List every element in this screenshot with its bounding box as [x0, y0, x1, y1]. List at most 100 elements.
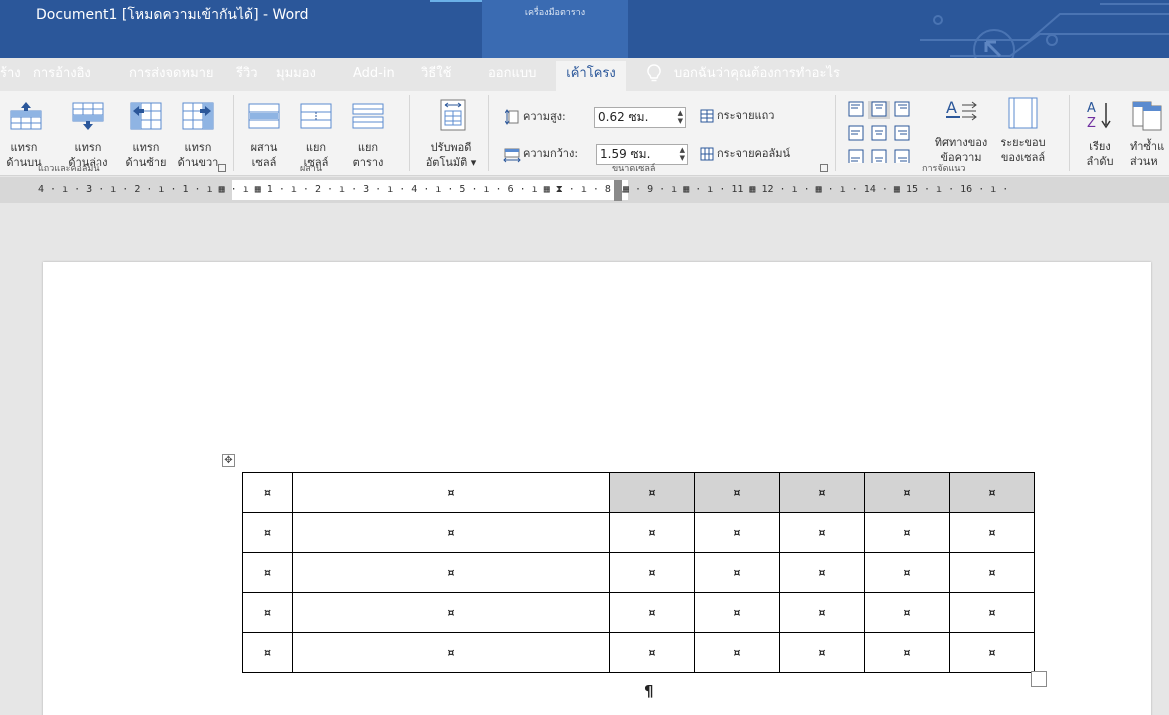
tab-addins[interactable]: Add-in	[349, 61, 399, 91]
table-cell[interactable]: ¤	[242, 592, 293, 633]
table-cell[interactable]: ¤	[242, 472, 293, 513]
ruler-scale: 4 · ı · 3 · ı · 2 · ı · 1 · ı ▦ · ı ▦ 1 …	[38, 184, 1009, 195]
repeat-header-rows-button[interactable]: ทำซ้ำแ ส่วนห	[1124, 99, 1169, 165]
table-cell[interactable]: ¤	[292, 592, 610, 633]
split-cells-button[interactable]: แยก เซลล์	[290, 101, 342, 171]
cell-size-dialog-launcher[interactable]	[820, 164, 828, 172]
split-table-label-2: ตาราง	[352, 156, 384, 169]
table-cell[interactable]: ¤	[242, 512, 293, 553]
table-cell[interactable]: ¤	[864, 552, 950, 593]
distribute-columns-icon	[700, 147, 714, 161]
split-table-label-1: แยก	[357, 141, 379, 154]
table-cell[interactable]: ¤	[292, 552, 610, 593]
cell-margins-label-2: ของเซลล์	[1000, 151, 1046, 164]
table-cell[interactable]: ¤	[864, 512, 950, 553]
text-direction-button[interactable]: A ทิศทางของ ข้อความ	[928, 97, 994, 164]
autofit-button[interactable]: ปรับพอดี อัตโนมัติ ▾	[418, 99, 484, 171]
ribbon-separator	[835, 95, 836, 171]
table-move-handle-icon[interactable]: ✥	[222, 454, 235, 467]
tab-table-layout[interactable]: เค้าโครง	[556, 61, 626, 91]
table-cell-selected[interactable]: ¤	[779, 472, 865, 513]
insert-left-label-2: ด้านซ้าย	[125, 156, 167, 169]
document-table[interactable]: ¤ ¤ ¤ ¤ ¤ ¤ ¤ ¤ ¤ ¤ ¤ ¤ ¤ ¤ ¤ ¤ ¤ ¤ ¤ ¤ …	[242, 472, 1035, 673]
table-cell[interactable]: ¤	[779, 552, 865, 593]
table-cell[interactable]: ¤	[779, 512, 865, 553]
tab-table-design[interactable]: ออกแบบ	[484, 61, 540, 91]
title-bar: Document1 [โหมดความเข้ากันได้] - Word เค…	[0, 0, 1169, 58]
text-direction-icon: A	[946, 98, 977, 121]
split-table-button[interactable]: แยก ตาราง	[342, 101, 394, 171]
horizontal-ruler[interactable]: 4 · ı · 3 · ı · 2 · ı · 1 · ı ▦ · ı ▦ 1 …	[0, 177, 1169, 203]
sort-label-2: ลำดับ	[1086, 155, 1114, 168]
autofit-label-2: อัตโนมัติ ▾	[418, 155, 484, 170]
tab-review[interactable]: รีวิว	[232, 61, 262, 91]
svg-text:A: A	[946, 98, 957, 117]
rows-columns-group-label: แถวและคอลัมน์	[38, 164, 100, 174]
cell-margins-button[interactable]: ระยะขอบ ของเซลล์	[990, 97, 1056, 164]
tab-view[interactable]: มุมมอง	[272, 61, 320, 91]
insert-right-icon	[182, 102, 214, 130]
table-cell[interactable]: ¤	[292, 632, 610, 673]
ribbon: แทรก ด้านบน แทรก ด้านล่าง แทรก ด้านซ้าย	[0, 91, 1169, 176]
spinner-arrows-icon[interactable]: ▲ ▼	[678, 109, 683, 125]
insert-above-icon	[10, 102, 42, 130]
table-cell-selected[interactable]: ¤	[864, 472, 950, 513]
table-cell[interactable]: ¤	[949, 592, 1035, 633]
alignment-group-label: การจัดแนว	[922, 164, 966, 174]
insert-below-button[interactable]: แทรก ด้านล่าง	[60, 101, 116, 171]
insert-above-button[interactable]: แทรก ด้านบน	[0, 101, 50, 171]
spinner-arrows-icon[interactable]: ▲ ▼	[680, 146, 685, 162]
table-cell[interactable]: ¤	[609, 632, 695, 673]
table-cell[interactable]: ¤	[779, 632, 865, 673]
distribute-rows-icon	[700, 109, 714, 123]
window-title: Document1 [โหมดความเข้ากันได้] - Word	[36, 7, 309, 23]
repeat-header-label-1: ทำซ้ำแ	[1130, 140, 1165, 153]
lightbulb-icon[interactable]	[647, 64, 661, 84]
ruler-indent-marker[interactable]	[614, 180, 622, 201]
tab-references[interactable]: การอ้างอิง	[29, 61, 95, 91]
table-cell[interactable]: ¤	[609, 512, 695, 553]
tab-design-partial[interactable]: ร้าง	[0, 61, 25, 91]
table-cell-selected[interactable]: ¤	[609, 472, 695, 513]
table-cell[interactable]: ¤	[609, 592, 695, 633]
table-cell[interactable]: ¤	[949, 552, 1035, 593]
sort-label-1: เรียง	[1089, 140, 1111, 153]
table-cell[interactable]: ¤	[292, 472, 610, 513]
table-cell[interactable]: ¤	[949, 632, 1035, 673]
table-cell[interactable]: ¤	[242, 632, 293, 673]
table-cell[interactable]: ¤	[864, 632, 950, 673]
cell-size-group-label: ขนาดเซลล์	[612, 164, 656, 174]
merge-cells-button[interactable]: ผสาน เซลล์	[238, 101, 290, 171]
sort-button[interactable]: A Z เรียง ลำดับ	[1078, 99, 1122, 168]
row-height-spinner[interactable]: 0.62 ซม. ▲ ▼	[594, 107, 686, 128]
split-cells-label-1: แยก	[305, 141, 327, 154]
rows-columns-dialog-launcher[interactable]	[218, 164, 226, 172]
merge-cells-label-2: เซลล์	[251, 156, 277, 169]
table-cell[interactable]: ¤	[864, 592, 950, 633]
tab-mailings[interactable]: การส่งจดหมาย	[125, 61, 218, 91]
table-cell[interactable]: ¤	[292, 512, 610, 553]
column-width-value: 1.59 ซม.	[600, 147, 651, 161]
table-cell[interactable]: ¤	[694, 552, 780, 593]
table-cell[interactable]: ¤	[694, 512, 780, 553]
cell-alignment-icons	[848, 99, 910, 165]
table-resize-handle[interactable]	[1031, 671, 1047, 687]
insert-left-button[interactable]: แทรก ด้านซ้าย	[118, 101, 174, 171]
tab-help[interactable]: วิธีใช้	[417, 61, 455, 91]
table-cell[interactable]: ¤	[242, 552, 293, 593]
insert-right-button[interactable]: แทรก ด้านขวา	[170, 101, 226, 171]
table-cell-selected[interactable]: ¤	[949, 472, 1035, 513]
row-height-value: 0.62 ซม.	[598, 110, 649, 124]
table-cell-selected[interactable]: ¤	[694, 472, 780, 513]
table-cell[interactable]: ¤	[694, 632, 780, 673]
insert-above-label-1: แทรก	[10, 141, 38, 154]
table-cell[interactable]: ¤	[609, 552, 695, 593]
column-width-spinner[interactable]: 1.59 ซม. ▲ ▼	[596, 144, 688, 165]
table-cell[interactable]: ¤	[694, 592, 780, 633]
autofit-icon	[440, 99, 466, 131]
table-cell[interactable]: ¤	[949, 512, 1035, 553]
insert-below-label-1: แทรก	[74, 141, 102, 154]
text-direction-label-2: ข้อความ	[940, 151, 982, 164]
tell-me-search[interactable]: บอกฉันว่าคุณต้องการทำอะไร	[670, 61, 844, 91]
table-cell[interactable]: ¤	[779, 592, 865, 633]
